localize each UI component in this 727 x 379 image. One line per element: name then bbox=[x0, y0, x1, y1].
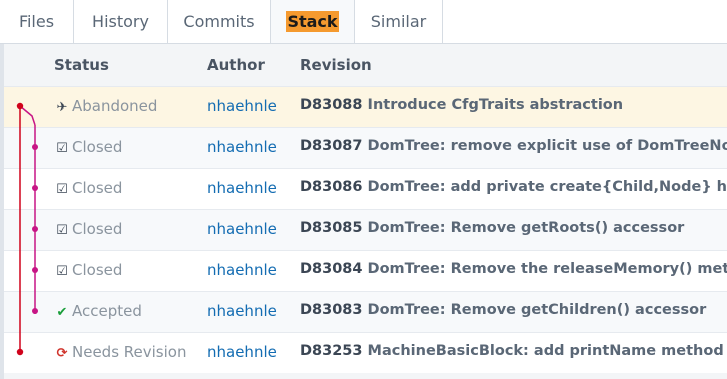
tab-commits-label: Commits bbox=[183, 12, 255, 31]
revision-title: DomTree: remove explicit use of DomTreeN… bbox=[367, 138, 727, 154]
status-cell: ⟳ Needs Revision bbox=[54, 343, 187, 361]
revision-title: Introduce CfgTraits abstraction bbox=[367, 97, 624, 113]
refresh-icon: ⟳ bbox=[56, 346, 68, 361]
status-label: Needs Revision bbox=[72, 343, 187, 361]
revision-id: D83083 bbox=[300, 302, 363, 318]
revision-link[interactable]: D83086 DomTree: add private create{Child… bbox=[300, 179, 727, 195]
check-square-icon: ☑ bbox=[56, 182, 68, 197]
table-row[interactable]: ✈ Abandoned nhaehnle D83088 Introduce Cfg… bbox=[4, 86, 727, 127]
revision-id: D83086 bbox=[300, 179, 363, 195]
table-row[interactable]: ☑ Closed nhaehnle D83085 DomTree: Remove … bbox=[4, 209, 727, 250]
check-square-icon: ☑ bbox=[56, 141, 68, 156]
stack-table: Status Author Revision ✈ Abandoned nhaehn… bbox=[0, 44, 727, 379]
status-cell: ✈ Abandoned bbox=[54, 97, 158, 115]
status-cell: ☑ Closed bbox=[54, 261, 122, 279]
author-link[interactable]: nhaehnle bbox=[207, 302, 277, 320]
revision-id: D83087 bbox=[300, 138, 363, 154]
status-column-header: Status bbox=[54, 56, 109, 74]
tab-bar: Files History Commits Stack Similar bbox=[0, 0, 727, 44]
author-link[interactable]: nhaehnle bbox=[207, 261, 277, 279]
author-link[interactable]: nhaehnle bbox=[207, 343, 277, 361]
revision-id: D83084 bbox=[300, 261, 363, 277]
status-label: Closed bbox=[72, 261, 123, 279]
check-square-icon: ☑ bbox=[56, 264, 68, 279]
revision-id: D83085 bbox=[300, 220, 363, 236]
author-link[interactable]: nhaehnle bbox=[207, 179, 277, 197]
revision-link[interactable]: D83088 Introduce CfgTraits abstraction bbox=[300, 97, 623, 113]
revision-id: D83088 bbox=[300, 97, 363, 113]
revision-link[interactable]: D83085 DomTree: Remove getRoots() access… bbox=[300, 220, 684, 236]
tab-stack-label: Stack bbox=[286, 11, 339, 32]
tab-commits[interactable]: Commits bbox=[168, 0, 271, 43]
revision-title: DomTree: Remove getChildren() accessor bbox=[367, 302, 707, 318]
status-label: Closed bbox=[72, 179, 123, 197]
revision-id: D83253 bbox=[300, 343, 363, 359]
revision-link[interactable]: D83253 MachineBasicBlock: add printName … bbox=[300, 343, 724, 359]
check-square-icon: ☑ bbox=[56, 223, 68, 238]
revision-title: DomTree: add private create{Child,Node} … bbox=[367, 179, 727, 195]
author-column-header: Author bbox=[207, 56, 265, 74]
status-cell: ☑ Closed bbox=[54, 138, 122, 156]
table-row[interactable]: ✔ Accepted nhaehnle D83083 DomTree: Remov… bbox=[4, 291, 727, 332]
tab-history-label: History bbox=[92, 12, 149, 31]
revision-link[interactable]: D83084 DomTree: Remove the releaseMemory… bbox=[300, 261, 727, 277]
revision-title: DomTree: Remove the releaseMemory() meth… bbox=[367, 261, 727, 277]
revision-column-header: Revision bbox=[300, 56, 372, 74]
author-link[interactable]: nhaehnle bbox=[207, 138, 277, 156]
plane-icon: ✈ bbox=[56, 100, 68, 115]
table-row[interactable]: ☑ Closed nhaehnle D83084 DomTree: Remove … bbox=[4, 250, 727, 291]
status-label: Abandoned bbox=[72, 97, 158, 115]
tab-similar-label: Similar bbox=[370, 12, 427, 31]
revision-link[interactable]: D83087 DomTree: remove explicit use of D… bbox=[300, 138, 727, 154]
status-label: Accepted bbox=[72, 302, 142, 320]
status-cell: ☑ Closed bbox=[54, 179, 122, 197]
tab-files-label: Files bbox=[18, 12, 55, 31]
table-row[interactable]: ⟳ Needs Revision nhaehnle D83253 MachineB… bbox=[4, 332, 727, 373]
tab-similar[interactable]: Similar bbox=[355, 0, 443, 43]
tab-files[interactable]: Files bbox=[0, 0, 74, 43]
revision-link[interactable]: D83083 DomTree: Remove getChildren() acc… bbox=[300, 302, 706, 318]
status-label: Closed bbox=[72, 138, 123, 156]
revision-title: DomTree: Remove getRoots() accessor bbox=[367, 220, 685, 236]
table-row[interactable]: ☑ Closed nhaehnle D83086 DomTree: add pri… bbox=[4, 168, 727, 209]
table-header: Status Author Revision bbox=[4, 44, 727, 86]
revision-title: MachineBasicBlock: add printName method bbox=[367, 343, 724, 359]
check-icon: ✔ bbox=[56, 305, 68, 320]
author-link[interactable]: nhaehnle bbox=[207, 220, 277, 238]
status-cell: ✔ Accepted bbox=[54, 302, 142, 320]
tab-history[interactable]: History bbox=[74, 0, 168, 43]
author-link[interactable]: nhaehnle bbox=[207, 97, 277, 115]
status-label: Closed bbox=[72, 220, 123, 238]
table-row[interactable]: ☑ Closed nhaehnle D83087 DomTree: remove … bbox=[4, 127, 727, 168]
tab-stack[interactable]: Stack bbox=[271, 0, 355, 43]
status-cell: ☑ Closed bbox=[54, 220, 122, 238]
